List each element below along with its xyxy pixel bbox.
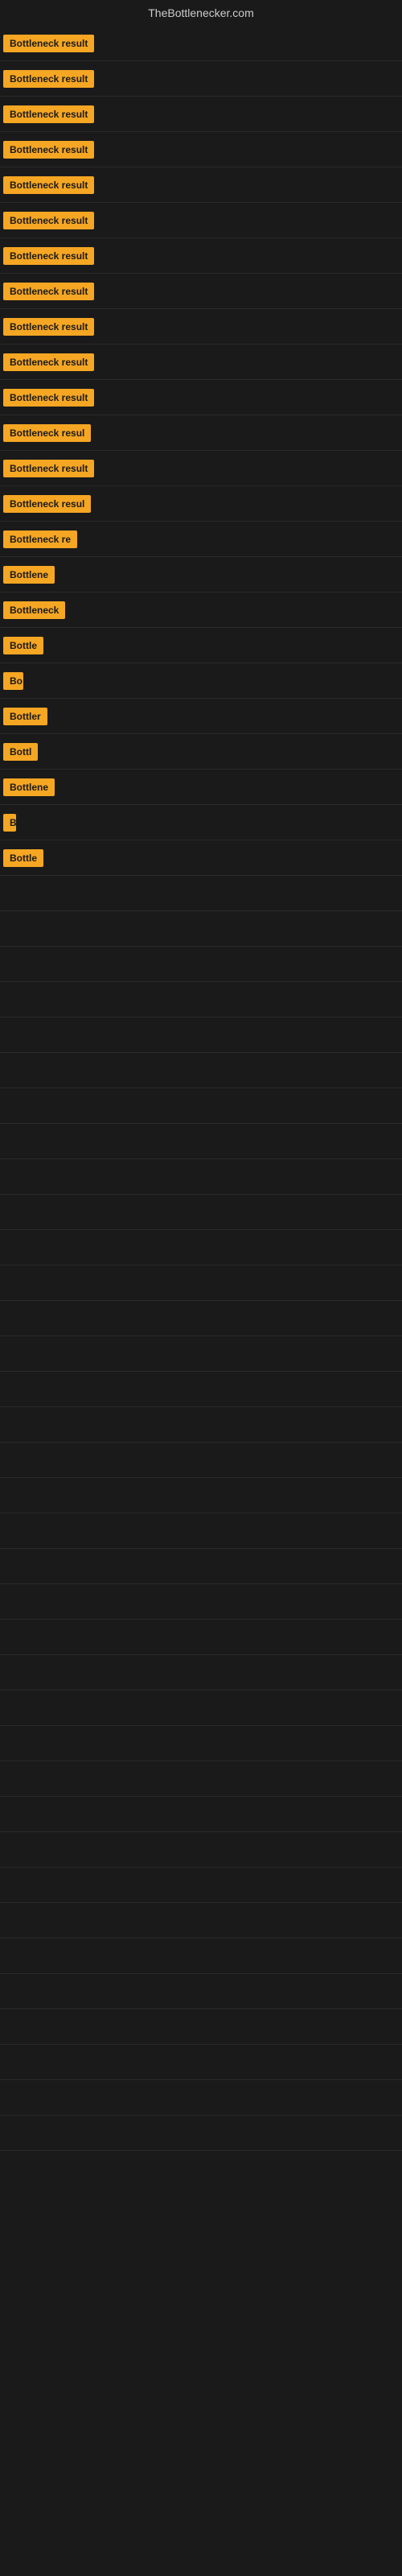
empty-row	[0, 911, 402, 947]
bottleneck-result-badge[interactable]: Bo	[3, 672, 23, 690]
list-item: Bo	[0, 663, 402, 699]
bottleneck-result-badge[interactable]: Bottleneck result	[3, 70, 94, 88]
bottleneck-result-badge[interactable]: Bottleneck result	[3, 35, 94, 52]
list-item: Bottleneck resul	[0, 415, 402, 451]
list-item: Bottleneck result	[0, 61, 402, 97]
empty-row	[0, 1301, 402, 1336]
empty-row	[0, 1124, 402, 1159]
list-item: Bottleneck result	[0, 380, 402, 415]
empty-row	[0, 1938, 402, 1974]
bottleneck-result-badge[interactable]: Bottleneck resul	[3, 424, 91, 442]
list-item: Bottleneck result	[0, 274, 402, 309]
list-item: Bottleneck resul	[0, 486, 402, 522]
list-item: Bottle	[0, 628, 402, 663]
bottleneck-result-badge[interactable]: Bottleneck result	[3, 318, 94, 336]
list-item: Bottlene	[0, 557, 402, 592]
empty-row	[0, 1761, 402, 1797]
empty-row	[0, 1655, 402, 1690]
empty-row	[0, 2080, 402, 2116]
empty-row	[0, 1265, 402, 1301]
bottleneck-result-badge[interactable]: Bottlene	[3, 778, 55, 796]
bottleneck-result-badge[interactable]: Bottle	[3, 849, 43, 867]
empty-row	[0, 2116, 402, 2151]
empty-row	[0, 1443, 402, 1478]
empty-row	[0, 1903, 402, 1938]
bottleneck-result-badge[interactable]: Bottleneck result	[3, 389, 94, 407]
empty-row	[0, 2045, 402, 2080]
list-item: Bottleneck result	[0, 167, 402, 203]
empty-row	[0, 1690, 402, 1726]
empty-row	[0, 1195, 402, 1230]
bottleneck-result-badge[interactable]: Bottleneck result	[3, 212, 94, 229]
empty-row	[0, 947, 402, 982]
bottleneck-result-badge[interactable]: Bottleneck result	[3, 283, 94, 300]
bottleneck-result-badge[interactable]: Bottleneck result	[3, 353, 94, 371]
empty-row	[0, 1620, 402, 1655]
bottleneck-result-badge[interactable]: Bottleneck result	[3, 176, 94, 194]
empty-row	[0, 1549, 402, 1584]
list-item: Bottleneck result	[0, 238, 402, 274]
empty-row	[0, 1584, 402, 1620]
bottleneck-result-badge[interactable]: Bottleneck result	[3, 141, 94, 159]
empty-row	[0, 1088, 402, 1124]
list-item: B	[0, 805, 402, 840]
bottleneck-result-badge[interactable]: Bottleneck result	[3, 247, 94, 265]
list-item: Bottl	[0, 734, 402, 770]
empty-row	[0, 982, 402, 1018]
empty-row	[0, 1018, 402, 1053]
bottleneck-result-badge[interactable]: Bottleneck result	[3, 105, 94, 123]
list-item: Bottleneck result	[0, 132, 402, 167]
bottleneck-result-badge[interactable]: Bottleneck	[3, 601, 65, 619]
empty-row	[0, 1974, 402, 2009]
list-item: Bottleneck result	[0, 309, 402, 345]
empty-row	[0, 1726, 402, 1761]
bottleneck-result-badge[interactable]: Bottleneck re	[3, 530, 77, 548]
bottleneck-result-badge[interactable]: Bottlene	[3, 566, 55, 584]
bottleneck-result-badge[interactable]: Bottler	[3, 708, 47, 725]
bottleneck-result-badge[interactable]: Bottl	[3, 743, 38, 761]
empty-row	[0, 1513, 402, 1549]
bottleneck-result-badge[interactable]: Bottle	[3, 637, 43, 654]
empty-row	[0, 2009, 402, 2045]
bottleneck-result-badge[interactable]: B	[3, 814, 16, 832]
list-item: Bottleneck result	[0, 451, 402, 486]
empty-row	[0, 1797, 402, 1832]
list-item: Bottle	[0, 840, 402, 876]
empty-row	[0, 1868, 402, 1903]
empty-row	[0, 1372, 402, 1407]
empty-row	[0, 1053, 402, 1088]
list-item: Bottleneck re	[0, 522, 402, 557]
site-title: TheBottlenecker.com	[0, 0, 402, 26]
bottleneck-result-badge[interactable]: Bottleneck resul	[3, 495, 91, 513]
empty-row	[0, 1407, 402, 1443]
list-item: Bottleneck result	[0, 26, 402, 61]
empty-row	[0, 1478, 402, 1513]
list-item: Bottleneck result	[0, 203, 402, 238]
bottleneck-result-badge[interactable]: Bottleneck result	[3, 460, 94, 477]
empty-row	[0, 1832, 402, 1868]
list-item: Bottleneck result	[0, 345, 402, 380]
empty-row	[0, 876, 402, 911]
list-item: Bottleneck result	[0, 97, 402, 132]
empty-row	[0, 1230, 402, 1265]
empty-row	[0, 1336, 402, 1372]
list-item: Bottlene	[0, 770, 402, 805]
list-item: Bottleneck	[0, 592, 402, 628]
empty-row	[0, 1159, 402, 1195]
list-item: Bottler	[0, 699, 402, 734]
